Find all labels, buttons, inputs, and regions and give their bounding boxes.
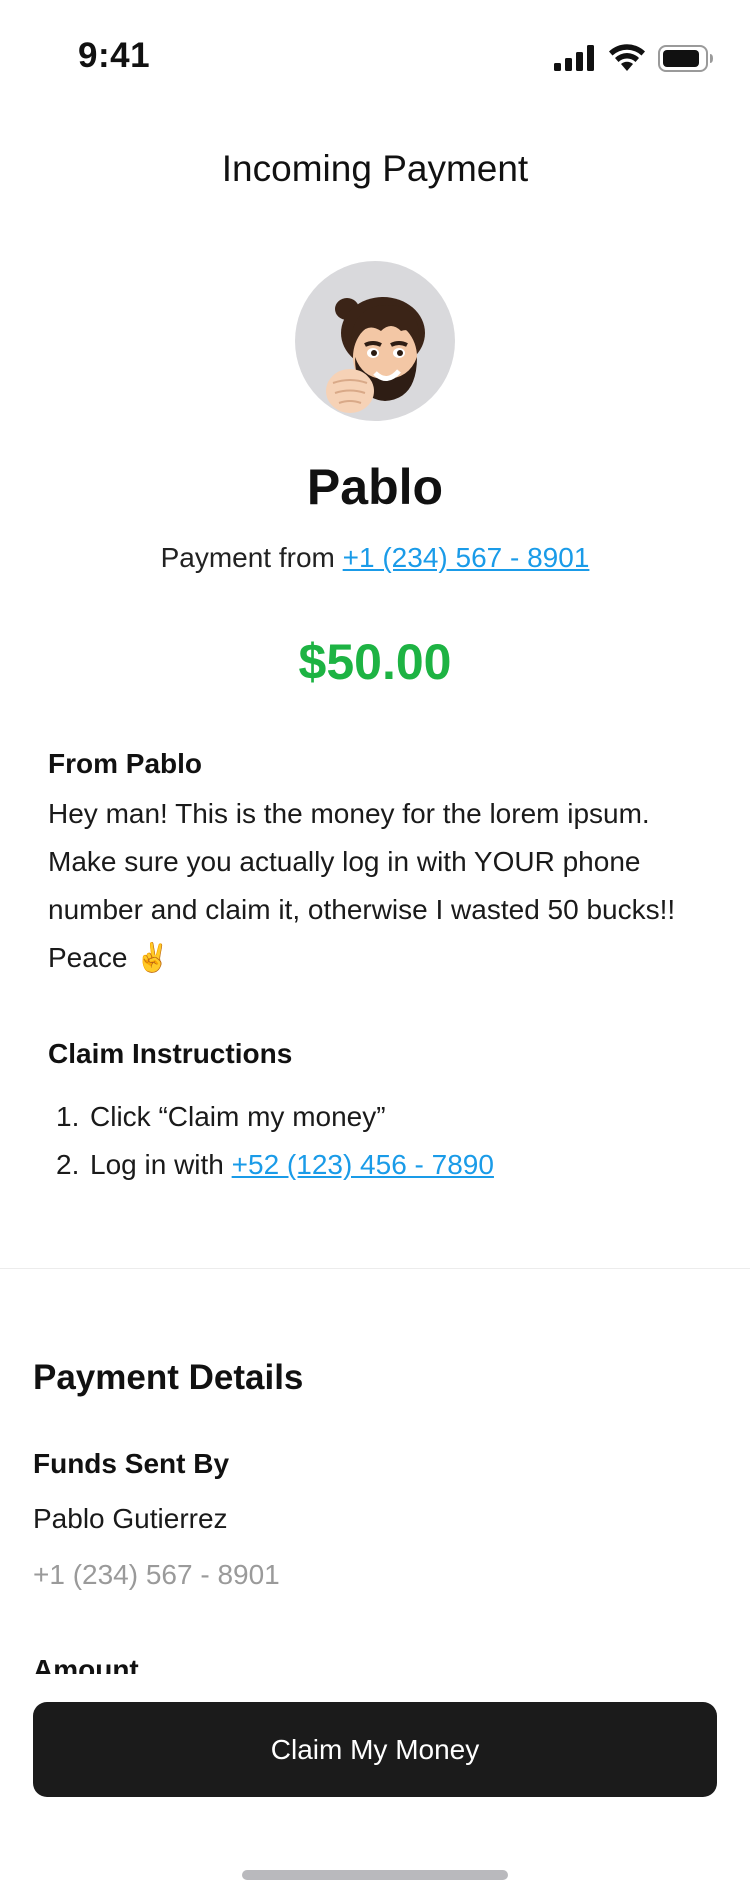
claim-phone-link[interactable]: +52 (123) 456 - 7890 (232, 1141, 494, 1189)
claim-instructions-list: 1. Click “Claim my money” 2. Log in with… (56, 1093, 494, 1189)
cellular-signal-icon (554, 45, 596, 76)
status-time: 9:41 (78, 36, 151, 75)
claim-step-number: 2. (56, 1149, 80, 1180)
status-icons (554, 44, 714, 77)
sender-phone-link[interactable]: +1 (234) 567 - 8901 (343, 542, 590, 573)
claim-step-number: 1. (56, 1101, 80, 1132)
payment-details-title: Payment Details (33, 1358, 304, 1397)
payment-from-label: Payment from (160, 542, 343, 573)
page-title: Incoming Payment (221, 148, 529, 189)
wifi-icon (608, 44, 646, 77)
claim-step-text: Log in with (90, 1149, 232, 1180)
section-divider (0, 1268, 750, 1269)
note-body: Hey man! This is the money for the lorem… (48, 798, 676, 973)
claim-step-2: 2. Log in with +52 (123) 456 - 7890 (56, 1141, 494, 1189)
memoji-avatar-icon (295, 261, 455, 421)
claim-step-text: Click “Claim my money” (90, 1101, 386, 1132)
sender-name: Pablo (306, 459, 444, 515)
claim-my-money-button[interactable]: Claim My Money (33, 1702, 717, 1797)
payment-amount: $50.00 (298, 634, 452, 690)
claim-step-1: 1. Click “Claim my money” (56, 1093, 494, 1141)
battery-icon (658, 44, 714, 77)
sender-phone-detail: +1 (234) 567 - 8901 (33, 1559, 280, 1590)
claim-instructions-heading: Claim Instructions (48, 1038, 293, 1069)
payment-from-line: Payment from +1 (234) 567 - 8901 (0, 542, 750, 574)
note-heading: From Pablo (48, 748, 203, 779)
home-indicator[interactable] (242, 1870, 508, 1880)
status-bar: 9:41 (0, 0, 750, 120)
sender-full-name: Pablo Gutierrez (33, 1503, 228, 1534)
funds-sent-by-label: Funds Sent By (33, 1448, 230, 1479)
